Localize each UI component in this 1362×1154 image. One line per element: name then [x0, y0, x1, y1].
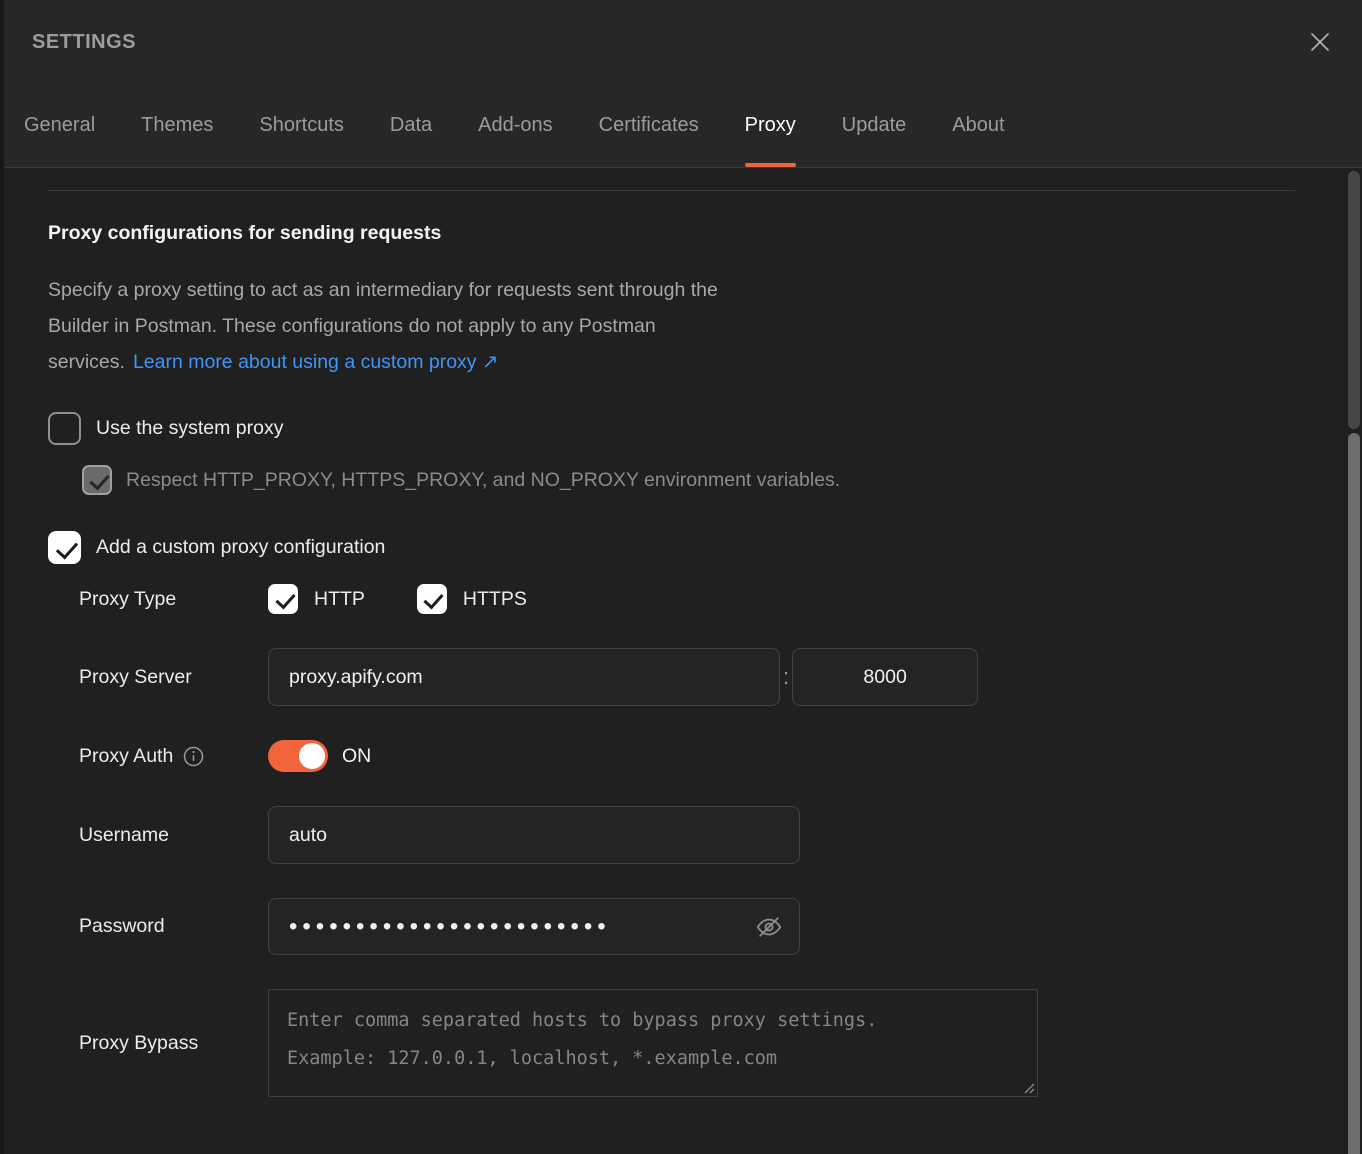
- host-port-separator: :: [783, 664, 789, 690]
- tab-general[interactable]: General: [24, 84, 95, 167]
- content-divider: [48, 190, 1295, 191]
- username-input[interactable]: [268, 806, 800, 864]
- custom-proxy-label[interactable]: Add a custom proxy configuration: [96, 536, 385, 559]
- proxy-auth-toggle[interactable]: [268, 740, 328, 772]
- proxy-type-row: Proxy Type HTTP HTTPS: [79, 584, 1362, 614]
- resize-handle-icon[interactable]: [1023, 1082, 1035, 1094]
- show-password-button[interactable]: [754, 912, 784, 942]
- proxy-type-http-option: HTTP: [268, 584, 365, 614]
- system-proxy-label[interactable]: Use the system proxy: [96, 417, 283, 440]
- toggle-knob: [299, 743, 325, 769]
- tab-certificates[interactable]: Certificates: [599, 84, 699, 167]
- scrollbar-segment-top[interactable]: [1348, 171, 1360, 429]
- proxy-auth-state: ON: [342, 745, 371, 768]
- http-label[interactable]: HTTP: [314, 588, 365, 611]
- learn-more-link[interactable]: Learn more about using a custom proxy ↗: [133, 351, 498, 373]
- info-icon[interactable]: [183, 746, 204, 767]
- proxy-auth-row: Proxy Auth ON: [79, 740, 1362, 772]
- page-title: SETTINGS: [32, 31, 136, 54]
- respect-env-label: Respect HTTP_PROXY, HTTPS_PROXY, and NO_…: [126, 469, 840, 492]
- eye-off-icon: [754, 912, 784, 942]
- description-line: Specify a proxy setting to act as an int…: [48, 279, 718, 301]
- tab-update[interactable]: Update: [842, 84, 907, 167]
- close-button[interactable]: [1306, 28, 1334, 56]
- settings-tabbar: General Themes Shortcuts Data Add-ons Ce…: [0, 84, 1362, 168]
- username-row: Username: [79, 806, 1362, 864]
- proxy-type-label: Proxy Type: [79, 588, 268, 611]
- proxy-bypass-row: Proxy Bypass: [79, 989, 1362, 1097]
- tab-addons[interactable]: Add-ons: [478, 84, 553, 167]
- tab-proxy[interactable]: Proxy: [745, 84, 796, 167]
- proxy-bypass-textarea[interactable]: [268, 989, 1038, 1097]
- window-edge: [0, 0, 4, 1154]
- username-label: Username: [79, 824, 268, 847]
- respect-env-row: Respect HTTP_PROXY, HTTPS_PROXY, and NO_…: [82, 465, 1362, 495]
- system-proxy-row: Use the system proxy: [48, 412, 1362, 445]
- proxy-server-label: Proxy Server: [79, 666, 268, 689]
- close-icon: [1307, 29, 1333, 55]
- section-heading: Proxy configurations for sending request…: [48, 222, 1362, 245]
- description-line: services.: [48, 351, 125, 373]
- proxy-settings-panel: Proxy configurations for sending request…: [0, 190, 1362, 1097]
- custom-proxy-row: Add a custom proxy configuration: [48, 531, 1362, 564]
- proxy-server-row: Proxy Server :: [79, 648, 1362, 706]
- tab-data[interactable]: Data: [390, 84, 432, 167]
- scrollbar-thumb[interactable]: [1348, 433, 1360, 1154]
- https-checkbox[interactable]: [417, 584, 447, 614]
- https-label[interactable]: HTTPS: [463, 588, 527, 611]
- proxy-host-input[interactable]: [268, 648, 780, 706]
- proxy-bypass-label: Proxy Bypass: [79, 1032, 268, 1055]
- respect-env-checkbox[interactable]: [82, 465, 112, 495]
- system-proxy-checkbox[interactable]: [48, 412, 81, 445]
- proxy-auth-label: Proxy Auth: [79, 745, 173, 768]
- settings-header: SETTINGS: [0, 0, 1362, 84]
- proxy-port-input[interactable]: [792, 648, 978, 706]
- password-label: Password: [79, 915, 268, 938]
- proxy-type-https-option: HTTPS: [417, 584, 527, 614]
- custom-proxy-checkbox[interactable]: [48, 531, 81, 564]
- tab-themes[interactable]: Themes: [141, 84, 213, 167]
- vertical-scrollbar: [1346, 169, 1362, 1154]
- password-row: Password: [79, 898, 1362, 955]
- tab-about[interactable]: About: [952, 84, 1004, 167]
- custom-proxy-form: Proxy Type HTTP HTTPS Proxy Server :: [79, 584, 1362, 1097]
- tab-shortcuts[interactable]: Shortcuts: [259, 84, 343, 167]
- http-checkbox[interactable]: [268, 584, 298, 614]
- description-line: Builder in Postman. These configurations…: [48, 315, 656, 337]
- section-description: Specify a proxy setting to act as an int…: [48, 272, 1362, 380]
- password-input[interactable]: [268, 898, 800, 955]
